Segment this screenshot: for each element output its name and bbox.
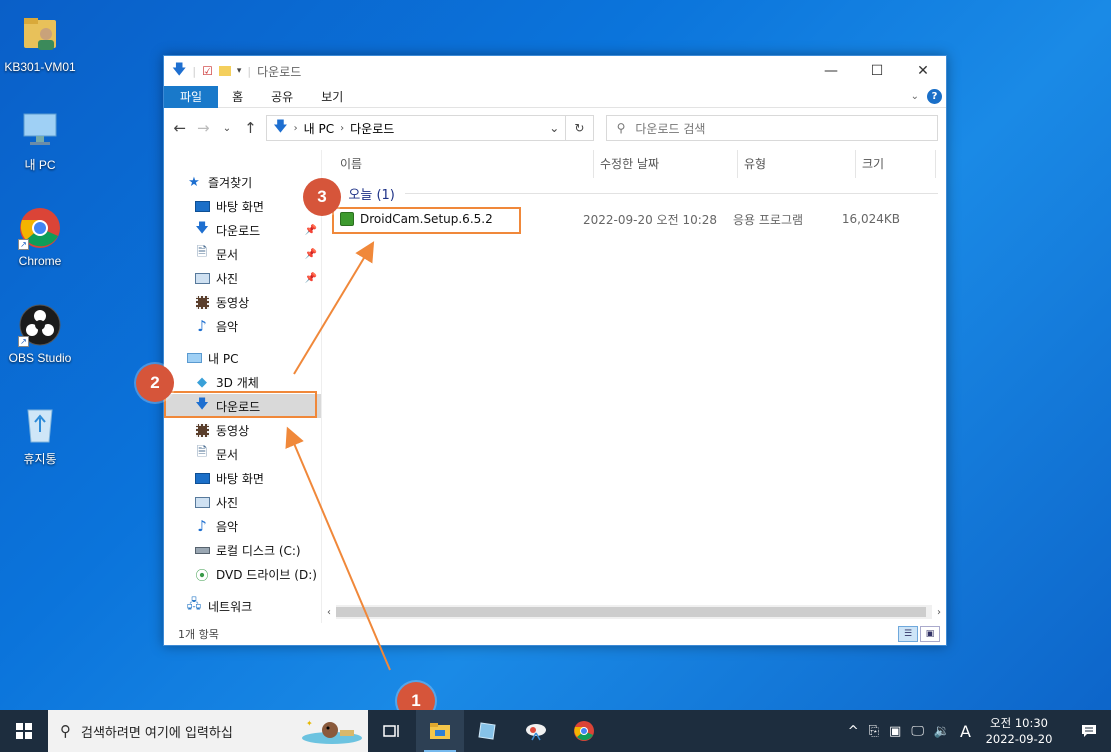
chevron-up-icon[interactable]: ^ [848, 724, 859, 739]
clock-time: 오전 10:30 [990, 716, 1048, 730]
meet-now-icon[interactable]: ⎘ [869, 724, 879, 739]
taskbar: ⚲ 검색하려면 여기에 입력하십 ✦ ^ ⎘ ▣ 🖵 🔉 A 오전 10:30 … [0, 710, 1111, 752]
clock[interactable]: 오전 10:30 2022-09-20 [981, 715, 1057, 747]
system-tray: ^ ⎘ ▣ 🖵 🔉 A 오전 10:30 2022-09-20 [848, 710, 1111, 752]
taskbar-app-snipping[interactable] [512, 710, 560, 752]
taskbar-chrome[interactable] [560, 710, 608, 752]
file-explorer-icon [430, 723, 450, 739]
app-icon [478, 722, 496, 740]
taskbar-app-notepad[interactable] [464, 710, 512, 752]
search-placeholder: 검색하려면 여기에 입력하십 [81, 725, 233, 741]
svg-text:✦: ✦ [306, 719, 313, 728]
snipping-tool-icon [526, 724, 546, 741]
taskbar-search-box[interactable]: ⚲ 검색하려면 여기에 입력하십 ✦ [48, 710, 368, 752]
step-badge-2: 2 [136, 364, 174, 402]
volume-icon[interactable]: 🔉 [934, 724, 950, 739]
clock-date: 2022-09-20 [985, 732, 1053, 746]
search-highlight-doodle-icon: ✦ [302, 719, 362, 744]
task-view-button[interactable] [368, 710, 416, 752]
windows-logo-icon [16, 723, 32, 739]
task-view-icon [383, 725, 399, 737]
droidcam-tray-icon[interactable]: ▣ [889, 724, 901, 739]
search-icon: ⚲ [60, 722, 71, 740]
taskbar-file-explorer[interactable] [416, 710, 464, 752]
chrome-icon [574, 721, 594, 741]
network-icon[interactable]: 🖵 [911, 724, 924, 739]
step-badge-3: 3 [303, 178, 341, 216]
notification-icon [1082, 725, 1096, 737]
start-button[interactable] [0, 710, 48, 752]
input-language-indicator[interactable]: A [960, 722, 971, 741]
action-center-button[interactable] [1067, 710, 1111, 752]
